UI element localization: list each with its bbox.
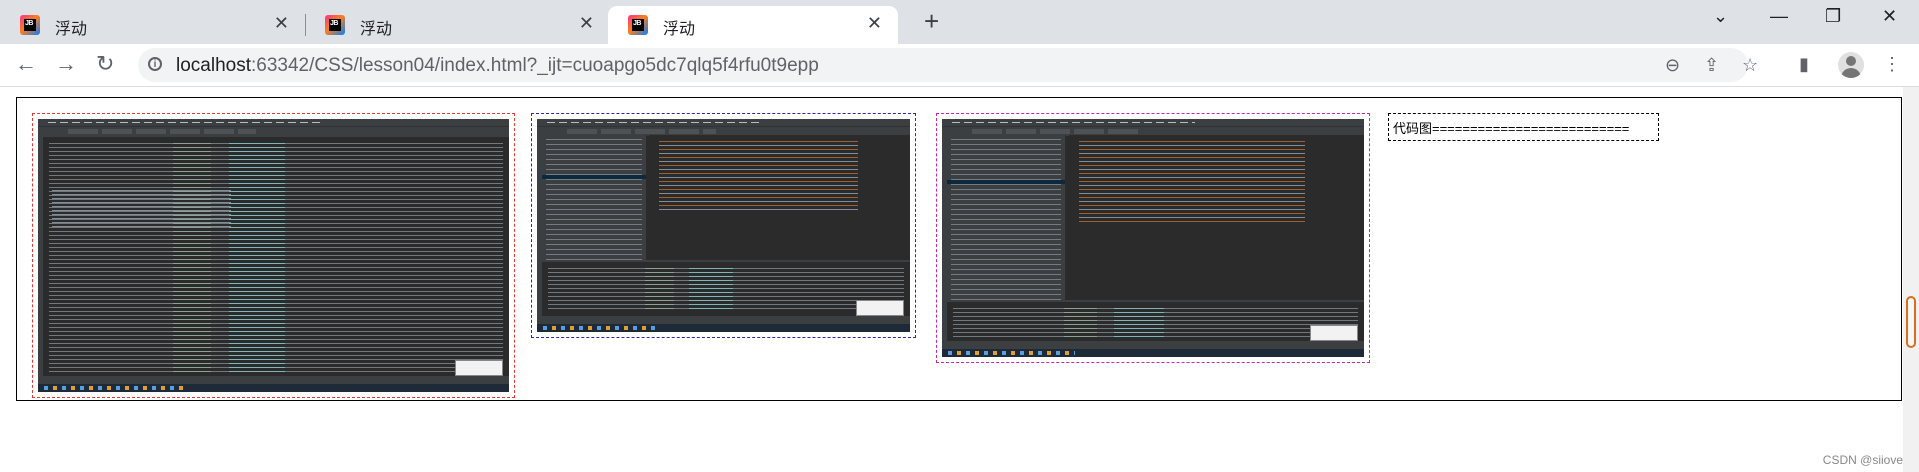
url-host: localhost xyxy=(176,55,251,76)
arrow-right-icon[interactable]: → xyxy=(55,52,77,76)
tab-search-chevron-icon[interactable]: ⌄ xyxy=(1713,6,1728,27)
scrollbar-thumb[interactable] xyxy=(1906,296,1916,348)
tab-title: 浮动 xyxy=(55,21,88,38)
address-bar[interactable]: i localhost:63342/CSS/lesson04/index.htm… xyxy=(138,48,1758,82)
jetbrains-icon: JB xyxy=(628,15,648,35)
page-scrollbar[interactable] xyxy=(1903,87,1919,472)
float-image-box xyxy=(936,113,1370,363)
reload-icon[interactable]: ↻ xyxy=(96,52,114,76)
avatar-icon[interactable] xyxy=(1838,52,1864,78)
info-icon[interactable]: i xyxy=(148,57,162,71)
tab-title: 浮动 xyxy=(360,21,393,38)
ide-screenshot-image xyxy=(38,119,509,392)
browser-toolbar: ← → ↻ i localhost:63342/CSS/lesson04/ind… xyxy=(0,44,1919,87)
restore-icon[interactable]: ❐ xyxy=(1825,6,1841,27)
kebab-menu-icon[interactable]: ⋮ xyxy=(1883,54,1901,75)
float-container: 代码图========================== xyxy=(16,97,1902,401)
close-icon[interactable]: ✕ xyxy=(579,13,594,33)
share-icon[interactable]: ⇪ xyxy=(1704,55,1719,76)
close-icon[interactable]: ✕ xyxy=(867,13,882,33)
browser-tab-active[interactable]: JB 浮动 ✕ xyxy=(608,6,898,44)
page-viewport: 代码图========================== xyxy=(0,87,1919,472)
side-panel-icon[interactable]: ▮ xyxy=(1799,54,1809,75)
browser-tab[interactable]: JB 浮动 ✕ xyxy=(305,6,610,44)
float-image-box xyxy=(531,113,916,338)
tab-strip: JB 浮动 ✕ JB 浮动 ✕ JB 浮动 ✕ + ⌄ — ❐ ✕ xyxy=(0,0,1919,44)
browser-tab[interactable]: JB 浮动 ✕ xyxy=(0,6,305,44)
new-tab-button[interactable]: + xyxy=(924,6,939,37)
watermark: CSDN @siiove xyxy=(1822,453,1903,467)
jetbrains-icon: JB xyxy=(20,15,40,35)
ide-screenshot-image xyxy=(537,119,910,332)
window-close-icon[interactable]: ✕ xyxy=(1882,6,1897,27)
arrow-left-icon[interactable]: ← xyxy=(15,52,37,76)
star-icon[interactable]: ☆ xyxy=(1742,55,1758,76)
minimize-icon[interactable]: — xyxy=(1770,6,1788,27)
float-image-box xyxy=(32,113,515,398)
close-icon[interactable]: ✕ xyxy=(274,13,289,33)
tab-title: 浮动 xyxy=(663,21,696,38)
jetbrains-icon: JB xyxy=(325,15,345,35)
ide-screenshot-image xyxy=(942,119,1364,357)
zoom-out-icon[interactable]: ⊖ xyxy=(1665,55,1680,76)
url-text[interactable]: localhost:63342/CSS/lesson04/index.html?… xyxy=(176,55,819,77)
float-text-box: 代码图========================== xyxy=(1388,113,1659,141)
url-path: :63342/CSS/lesson04/index.html?_ijt=cuoa… xyxy=(251,55,819,76)
